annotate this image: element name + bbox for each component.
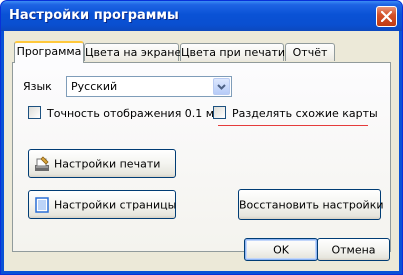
language-value: Русский [71,80,118,93]
separate-cards-label[interactable]: Разделять схожие карты [232,107,378,120]
tab-screen-colors[interactable]: Цвета на экране [84,43,181,61]
separate-cards-checkbox[interactable] [213,106,226,119]
title-bar: Настройки программы [1,1,402,31]
tab-report[interactable]: Отчёт [285,43,335,61]
page-settings-button[interactable]: Настройки страницы [28,190,176,219]
close-button[interactable] [376,6,397,27]
tab-panel-program: Язык Русский Точность отображения 0.1 мм… [12,62,391,252]
restore-settings-button[interactable]: Восстановить настройки [238,189,384,220]
language-label: Язык [23,80,52,93]
page-settings-icon [35,197,49,213]
red-underline [218,125,368,126]
language-dropdown-button[interactable] [213,78,230,95]
precision-label[interactable]: Точность отображения 0.1 мм [47,107,222,120]
page-settings-label: Настройки страницы [54,198,177,211]
printer-settings-icon [35,156,49,171]
dialog-body: Программа Цвета на экране Цвета при печа… [4,31,399,271]
precision-checkbox[interactable] [28,106,41,119]
close-icon [381,11,392,22]
cancel-label: Отмена [331,243,376,256]
ok-button[interactable]: OK [244,238,318,261]
print-settings-label: Настройки печати [54,157,161,170]
language-select[interactable]: Русский [66,76,232,97]
window-title: Настройки программы [9,8,179,23]
tab-print-colors[interactable]: Цвета при печати [180,43,285,61]
settings-dialog: Настройки программы Программа Цвета на э… [0,0,403,275]
chevron-down-icon [217,84,226,90]
ok-label: OK [273,243,289,256]
restore-settings-label: Восстановить настройки [239,198,384,211]
tab-program[interactable]: Программа [14,41,84,63]
print-settings-button[interactable]: Настройки печати [28,149,176,178]
cancel-button[interactable]: Отмена [317,238,390,261]
